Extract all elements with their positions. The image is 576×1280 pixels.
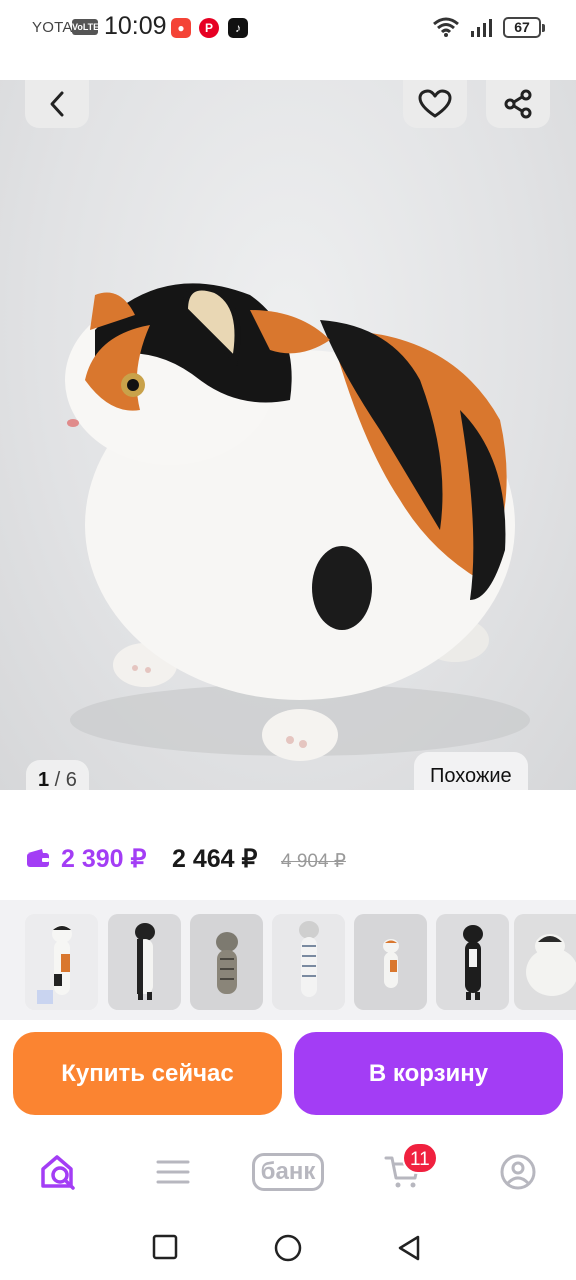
status-bar: YOTA VoLTE 10:09 ● P ♪ 67 xyxy=(0,0,576,56)
image-counter-current: 1 xyxy=(38,769,50,791)
share-icon xyxy=(504,89,532,119)
nav-catalog[interactable] xyxy=(153,1152,193,1192)
back-icon[interactable] xyxy=(396,1234,422,1262)
thumbnail-7[interactable] xyxy=(514,914,576,1010)
nav-profile[interactable] xyxy=(498,1152,538,1192)
thumbnail-2[interactable] xyxy=(108,914,181,1010)
action-bar: Купить сейчас В корзину xyxy=(0,1020,576,1130)
wallet-price: 2 390 ₽ xyxy=(61,845,147,873)
system-navigation xyxy=(0,1214,576,1280)
profile-icon xyxy=(500,1154,536,1190)
back-button[interactable] xyxy=(25,80,89,128)
nav-bank[interactable]: банк xyxy=(247,1152,329,1192)
image-counter-total: 6 xyxy=(65,769,77,791)
volte-badge: VoLTE xyxy=(72,19,99,35)
bank-label: банк xyxy=(251,1153,325,1191)
back-arrow-icon xyxy=(50,91,64,117)
calico-cat-plush-image xyxy=(65,283,530,761)
favorite-button[interactable] xyxy=(403,80,467,128)
battery-icon: 67 xyxy=(503,17,545,38)
recents-icon[interactable] xyxy=(152,1234,178,1260)
wallet-icon xyxy=(27,849,49,867)
share-button[interactable] xyxy=(486,80,550,128)
old-price: 4 904 ₽ xyxy=(281,851,346,872)
screen-recorder-icon: ● xyxy=(171,18,191,38)
home-icon[interactable] xyxy=(274,1234,302,1262)
thumbnail-6[interactable] xyxy=(436,914,509,1010)
thumbnail-3[interactable] xyxy=(190,914,263,1010)
battery-level: 67 xyxy=(514,19,530,35)
status-clock: 10:09 xyxy=(104,12,167,40)
signal-icon xyxy=(471,19,492,37)
pinterest-icon: P xyxy=(199,18,219,38)
home-search-icon xyxy=(41,1155,75,1190)
thumbnail-1[interactable] xyxy=(25,914,98,1010)
wifi-icon xyxy=(433,17,459,37)
buy-now-button[interactable]: Купить сейчас xyxy=(13,1032,282,1115)
menu-icon xyxy=(156,1160,190,1184)
heart-icon xyxy=(418,89,452,118)
add-to-cart-button[interactable]: В корзину xyxy=(294,1032,563,1115)
product-image[interactable] xyxy=(0,80,576,790)
similar-button[interactable]: Похожие xyxy=(414,752,528,792)
tiktok-icon: ♪ xyxy=(228,18,248,38)
thumbnail-4[interactable] xyxy=(272,914,345,1010)
image-counter: 1 / 6 xyxy=(26,760,89,792)
price-section: 2 390 ₽ 2 464 ₽ 4 904 ₽ xyxy=(0,790,576,896)
thumbnail-5[interactable] xyxy=(354,914,427,1010)
regular-price: 2 464 ₽ xyxy=(172,845,258,873)
bottom-navigation: банк 11 xyxy=(0,1130,576,1214)
thumbnail-strip[interactable] xyxy=(0,900,576,1020)
nav-home[interactable] xyxy=(38,1152,80,1192)
carrier-label: YOTA xyxy=(32,19,73,36)
cart-badge: 11 xyxy=(402,1142,438,1174)
